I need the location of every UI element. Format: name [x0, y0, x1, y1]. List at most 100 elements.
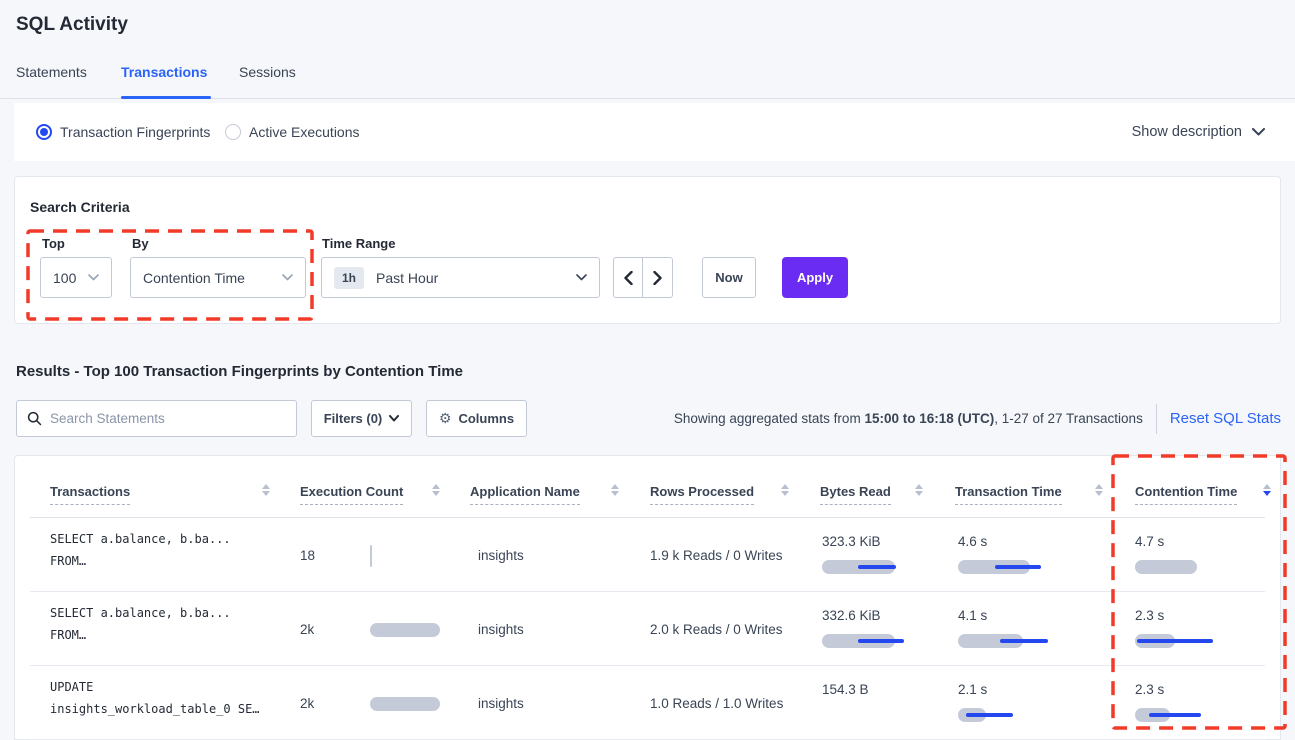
chevron-down-icon	[282, 274, 293, 281]
sql-activity-page: SQL Activity Statements Transactions Ses…	[0, 0, 1295, 740]
sort-icon[interactable]	[1095, 484, 1103, 496]
active-tab-underline	[121, 96, 211, 99]
chevron-left-icon	[624, 271, 633, 285]
table-header-row: Transactions Execution Count Application…	[0, 455, 1295, 518]
bytes-read-value: 154.3 B	[822, 682, 869, 697]
top-select-value: 100	[53, 270, 76, 286]
contention-time-value: 2.3 s	[1135, 682, 1164, 697]
bytes-read-value: 332.6 KiB	[822, 608, 881, 623]
contention-time-bar	[1135, 634, 1255, 658]
transaction-time-value: 2.1 s	[958, 682, 987, 697]
column-header-transaction-time[interactable]: Transaction Time	[955, 484, 1062, 499]
now-button[interactable]: Now	[702, 257, 756, 298]
time-range-label: Time Range	[322, 236, 395, 251]
top-select[interactable]: 100	[40, 257, 112, 298]
radio-active-executions[interactable]: Active Executions	[225, 124, 360, 140]
table-row: SELECT a.balance, b.ba... FROM… 2k insig…	[14, 592, 1281, 666]
radio-unselected-icon	[225, 124, 241, 140]
column-header-transactions[interactable]: Transactions	[50, 484, 130, 499]
rows-processed-value: 1.9 k Reads / 0 Writes	[650, 548, 783, 563]
next-time-button[interactable]	[643, 258, 672, 297]
rows-processed-value: 1.0 Reads / 1.0 Writes	[650, 696, 783, 711]
chevron-down-icon	[88, 274, 99, 281]
application-name-value: insights	[478, 696, 524, 711]
table-row: UPDATE insights_workload_table_0 SE… 2k …	[14, 666, 1281, 740]
transaction-fingerprint-link[interactable]: SELECT a.balance, b.ba... FROM…	[50, 602, 231, 646]
sort-icon[interactable]	[915, 484, 923, 496]
show-description-label: Show description	[1132, 124, 1242, 140]
execution-count-value: 18	[300, 548, 315, 563]
rows-processed-value: 2.0 k Reads / 0 Writes	[650, 622, 783, 637]
stats-time-range: 15:00 to 16:18 (UTC)	[864, 411, 994, 426]
chevron-down-icon	[576, 274, 587, 281]
radio-selected-icon	[36, 124, 52, 140]
search-criteria-heading: Search Criteria	[30, 199, 130, 215]
execution-count-bar	[370, 693, 490, 717]
execution-count-bar	[370, 545, 490, 569]
bytes-read-bar	[822, 634, 942, 658]
execution-count-value: 2k	[300, 696, 314, 711]
tab-sessions[interactable]: Sessions	[239, 64, 296, 80]
chevron-down-icon	[1252, 128, 1265, 136]
contention-time-bar	[1135, 708, 1255, 732]
transaction-time-bar	[958, 708, 1078, 732]
sort-icon-active-desc[interactable]	[1263, 484, 1271, 496]
radio-label: Transaction Fingerprints	[60, 124, 210, 140]
apply-button[interactable]: Apply	[782, 257, 848, 298]
search-statements-box	[16, 400, 297, 437]
divider	[1156, 404, 1157, 434]
column-header-execution-count[interactable]: Execution Count	[300, 484, 403, 499]
aggregated-stats-text: Showing aggregated stats from 15:00 to 1…	[674, 411, 1143, 426]
columns-button[interactable]: ⚙ Columns	[426, 400, 527, 437]
column-header-application-name[interactable]: Application Name	[470, 484, 580, 499]
previous-time-button[interactable]	[614, 258, 643, 297]
application-name-value: insights	[478, 548, 524, 563]
by-select-value: Contention Time	[143, 270, 245, 286]
column-header-bytes-read[interactable]: Bytes Read	[820, 484, 891, 499]
chevron-right-icon	[653, 271, 662, 285]
sort-icon[interactable]	[432, 484, 440, 496]
search-statements-input[interactable]	[50, 411, 286, 426]
tab-transactions[interactable]: Transactions	[121, 64, 207, 80]
bytes-read-bar	[822, 560, 942, 584]
bytes-read-bar	[822, 708, 942, 732]
execution-count-value: 2k	[300, 622, 314, 637]
transaction-time-value: 4.1 s	[958, 608, 987, 623]
filters-button[interactable]: Filters (0)	[311, 400, 412, 437]
sort-icon[interactable]	[781, 484, 789, 496]
tab-bar: Statements Transactions Sessions	[0, 60, 1295, 99]
contention-time-value: 2.3 s	[1135, 608, 1164, 623]
radio-label: Active Executions	[249, 124, 360, 140]
time-range-select[interactable]: 1h Past Hour	[321, 257, 600, 298]
search-criteria-card	[14, 176, 1281, 324]
page-title: SQL Activity	[16, 14, 128, 36]
bytes-read-value: 323.3 KiB	[822, 534, 881, 549]
transaction-fingerprint-link[interactable]: UPDATE insights_workload_table_0 SE…	[50, 676, 260, 720]
by-select[interactable]: Contention Time	[130, 257, 306, 298]
contention-time-bar	[1135, 560, 1255, 584]
top-label: Top	[42, 236, 65, 251]
search-icon	[27, 411, 42, 426]
column-header-rows-processed[interactable]: Rows Processed	[650, 484, 754, 499]
time-range-value: Past Hour	[376, 270, 438, 286]
execution-count-bar	[370, 619, 490, 643]
radio-transaction-fingerprints[interactable]: Transaction Fingerprints	[36, 124, 210, 140]
results-heading: Results - Top 100 Transaction Fingerprin…	[16, 363, 463, 380]
column-header-contention-time[interactable]: Contention Time	[1135, 484, 1237, 499]
gear-icon: ⚙	[439, 411, 452, 427]
chevron-down-icon	[389, 415, 399, 422]
sort-icon[interactable]	[262, 484, 270, 496]
transaction-fingerprint-link[interactable]: SELECT a.balance, b.ba... FROM…	[50, 528, 231, 572]
application-name-value: insights	[478, 622, 524, 637]
time-range-pager	[613, 257, 673, 298]
contention-time-value: 4.7 s	[1135, 534, 1164, 549]
table-row: SELECT a.balance, b.ba... FROM… 18 insig…	[14, 518, 1281, 592]
time-range-badge: 1h	[334, 267, 364, 289]
show-description-toggle[interactable]: Show description	[1132, 124, 1265, 140]
transaction-time-bar	[958, 634, 1078, 658]
sort-icon[interactable]	[611, 484, 619, 496]
tab-statements[interactable]: Statements	[16, 64, 87, 80]
transaction-time-bar	[958, 560, 1078, 584]
reset-sql-stats-link[interactable]: Reset SQL Stats	[1170, 410, 1281, 427]
filters-label: Filters (0)	[324, 411, 383, 426]
